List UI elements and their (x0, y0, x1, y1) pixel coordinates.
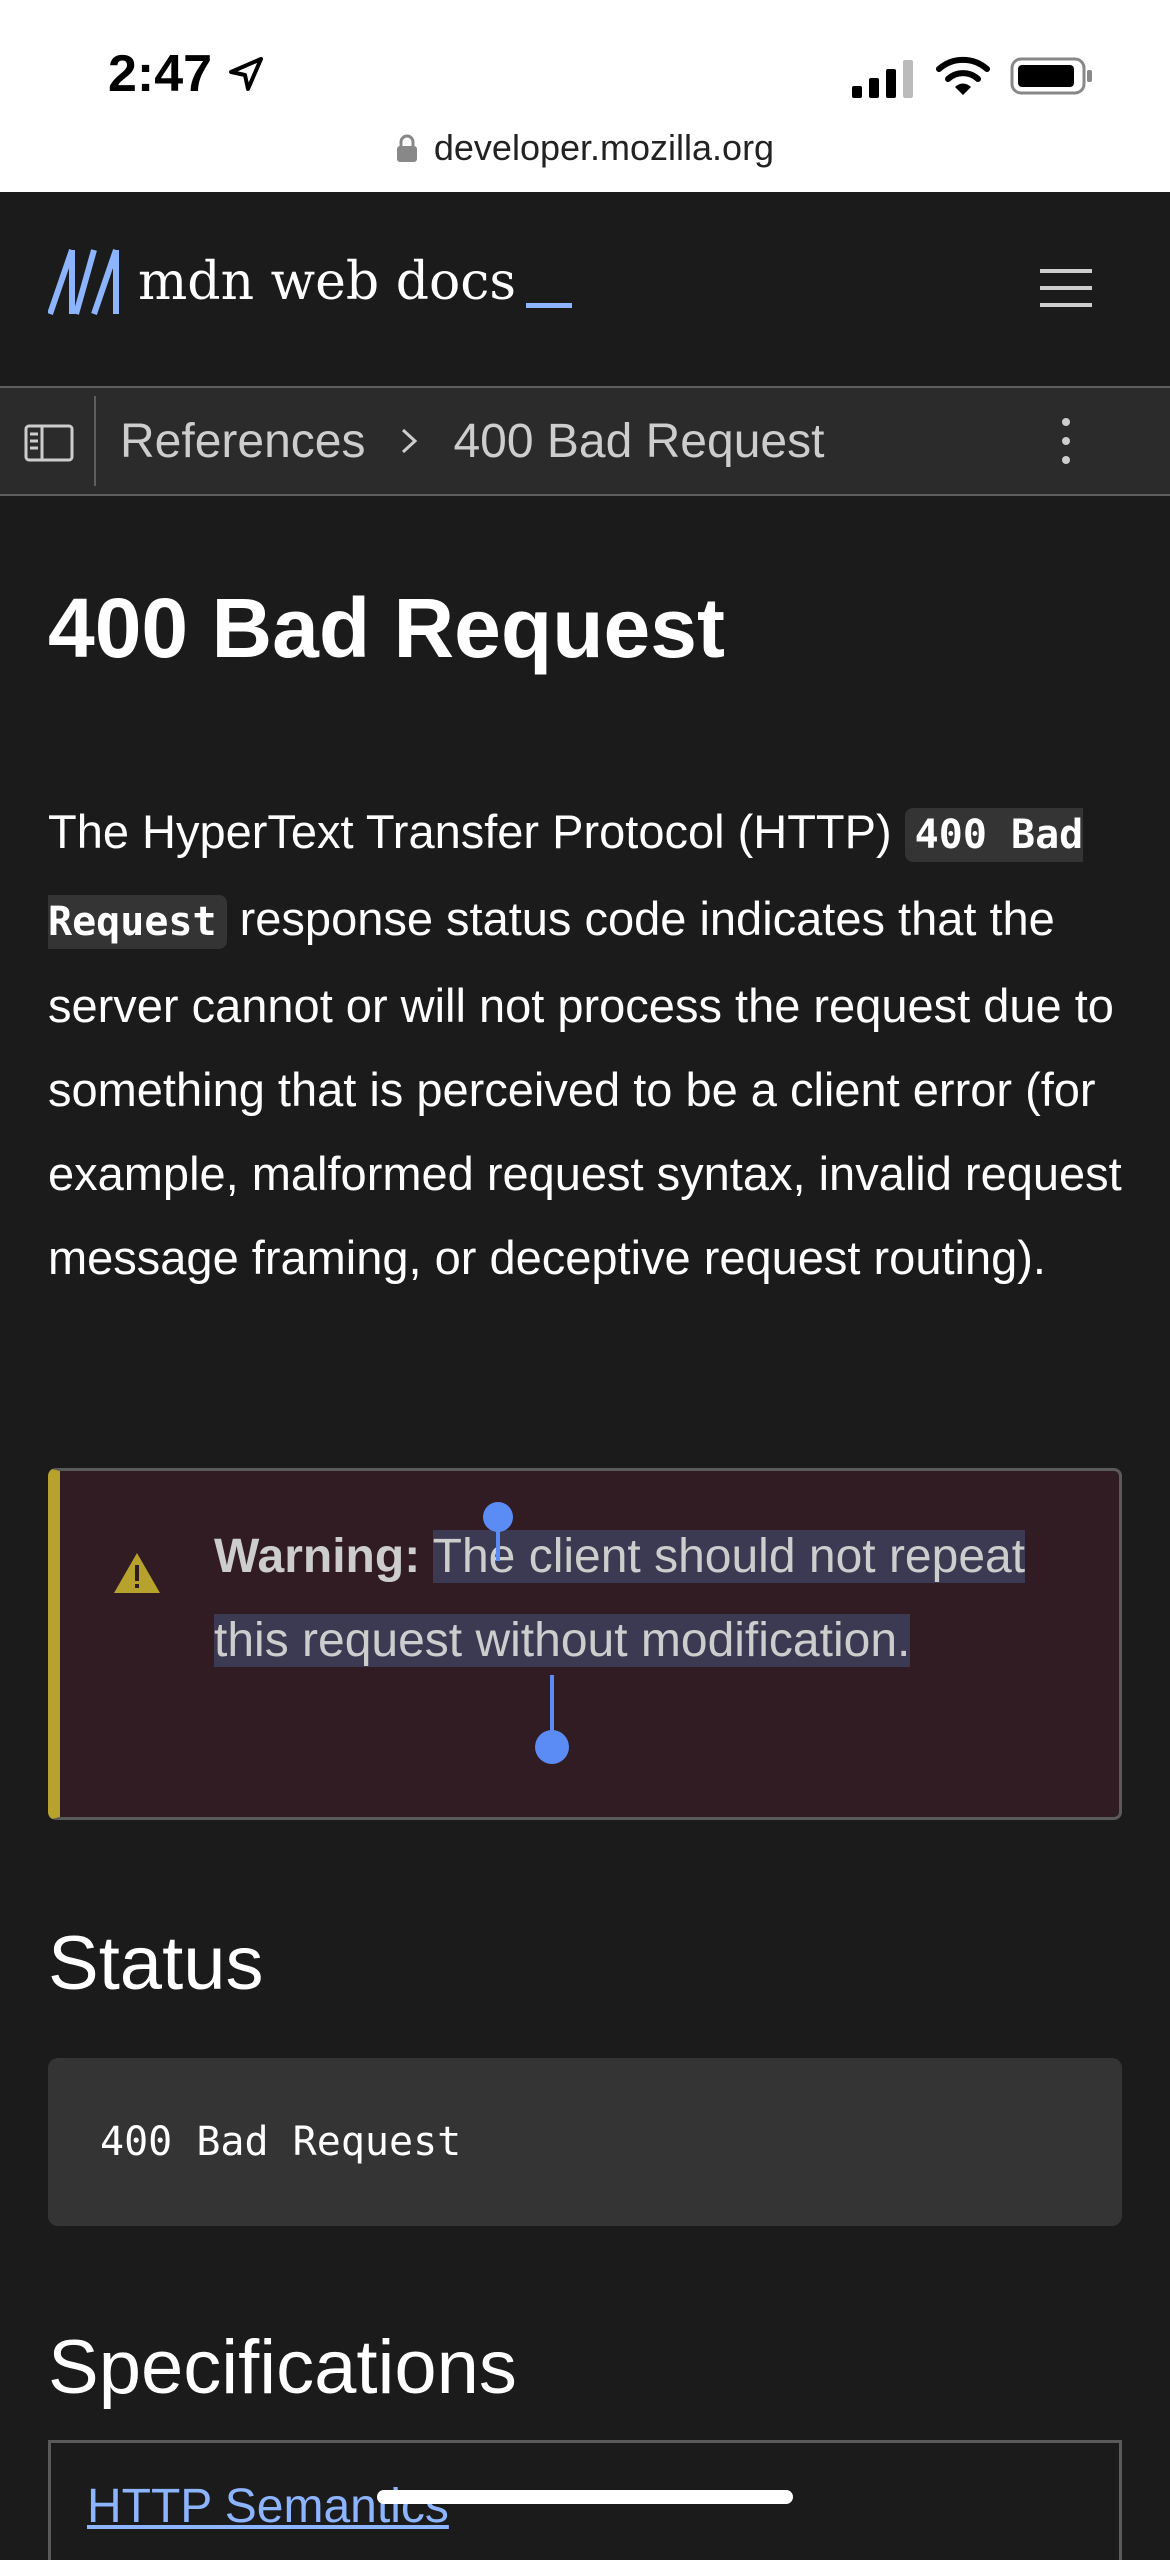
warning-label: Warning: (214, 1530, 421, 1583)
wifi-icon (936, 56, 990, 95)
mdn-logo[interactable]: mdn web docs (48, 248, 573, 316)
sidebar-toggle-icon[interactable] (24, 424, 74, 462)
logo-cursor (526, 303, 573, 308)
lock-icon (396, 134, 417, 162)
url-text: developer.mozilla.org (433, 127, 775, 168)
selection-handle-end[interactable] (534, 1675, 570, 1765)
status-bar: 2:47 developer.mozilla.org (0, 0, 1170, 192)
kebab-menu-icon[interactable] (1060, 416, 1072, 466)
spec-link-http-semantics[interactable]: HTTP Semantics (87, 2479, 449, 2534)
logo-text: mdn web docs (138, 252, 517, 312)
chevron-right-icon (402, 428, 418, 454)
intro-paragraph: The HyperText Transfer Protocol (HTTP) 4… (48, 790, 1128, 1300)
warning-text[interactable]: Warning: The client should not repeat th… (214, 1515, 1084, 1683)
status-code-block: 400 Bad Request (48, 2058, 1122, 2226)
intro-text-start: The HyperText Transfer Protocol (HTTP) (48, 805, 905, 858)
battery-icon (1010, 57, 1092, 95)
mdn-logo-icon (48, 249, 119, 315)
breadcrumb-item-current[interactable]: 400 Bad Request (453, 414, 824, 469)
home-indicator[interactable] (377, 2490, 793, 2504)
breadcrumb-bar: References 400 Bad Request (0, 386, 1170, 496)
status-heading: Status (48, 1921, 264, 2006)
breadcrumb-item-references[interactable]: References (120, 414, 365, 469)
warning-callout: Warning: The client should not repeat th… (48, 1468, 1122, 1820)
intro-text-end: response status code indicates that the … (48, 892, 1122, 1284)
location-arrow-icon (229, 57, 264, 91)
specifications-heading: Specifications (48, 2325, 517, 2410)
cellular-signal-icon (852, 60, 913, 98)
breadcrumb-divider (94, 396, 96, 486)
warning-triangle-icon (114, 1553, 160, 1593)
page-title: 400 Bad Request (48, 581, 725, 675)
site-header: mdn web docs (0, 192, 1170, 386)
address-bar[interactable]: developer.mozilla.org (0, 122, 1170, 174)
hamburger-menu-icon[interactable] (1040, 268, 1092, 308)
time-text: 2:47 (108, 45, 213, 103)
breadcrumb: References 400 Bad Request (120, 388, 824, 494)
status-time: 2:47 (108, 44, 266, 104)
selection-handle-start[interactable] (482, 1501, 514, 1561)
